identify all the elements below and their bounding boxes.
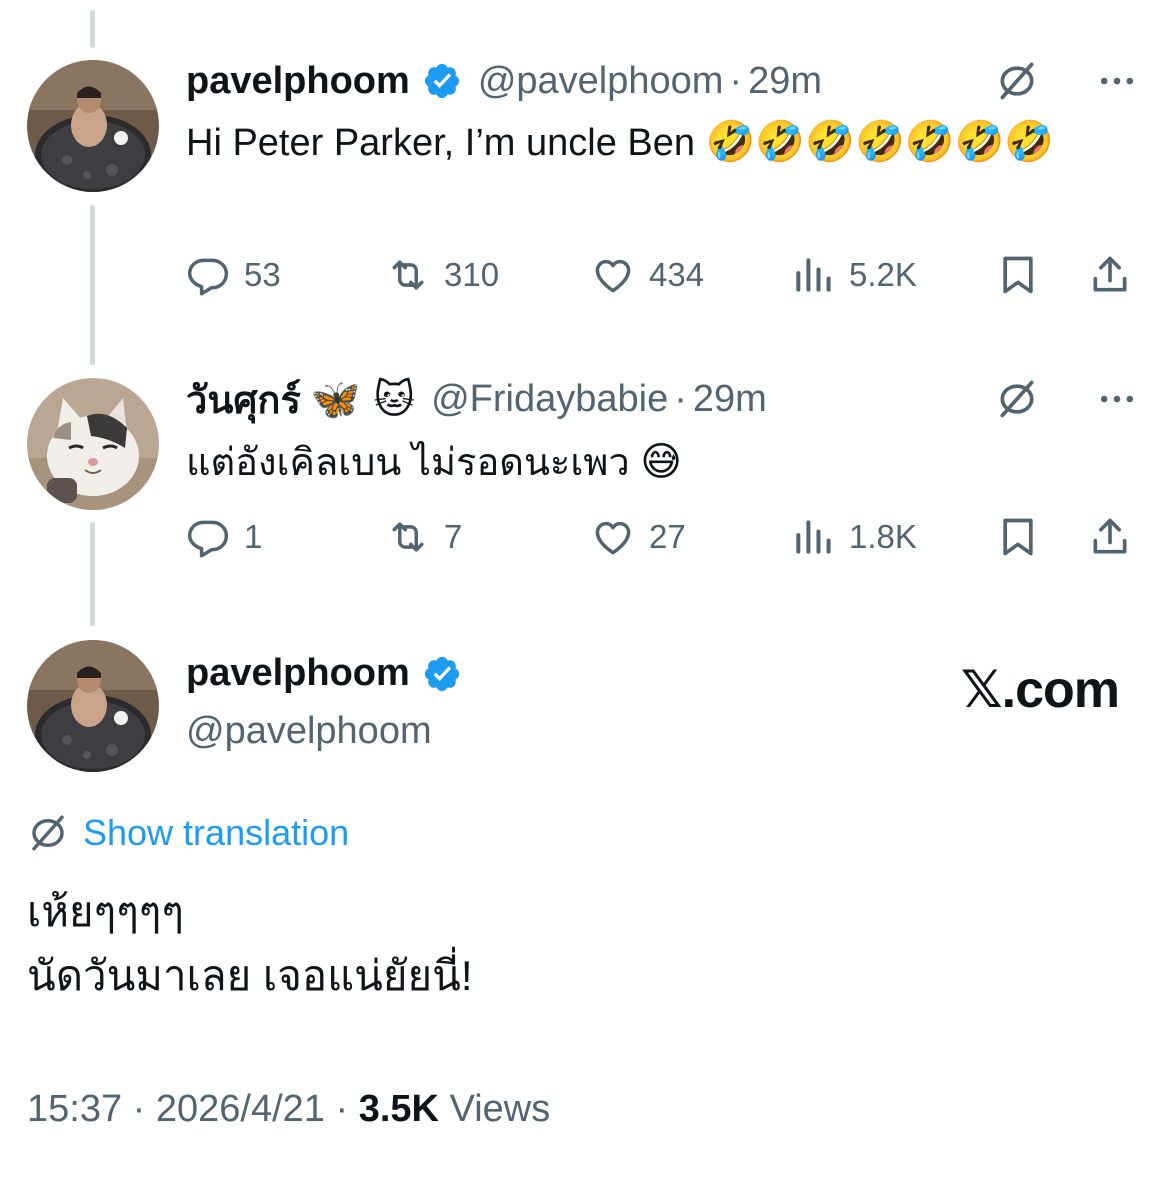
views-total: 3.5K [358, 1088, 439, 1130]
thread-line-1 [90, 205, 95, 365]
main-author-handle[interactable]: @pavelphoom [186, 710, 432, 753]
laughing-emojis: 🤣🤣🤣🤣🤣🤣🤣 [705, 119, 1055, 165]
show-translation-link[interactable]: Show translation [27, 812, 349, 854]
name-emojis: 🦋 🐱 [310, 376, 416, 423]
bookmark-icon [1003, 256, 1033, 294]
separator-dot: · [335, 1088, 349, 1130]
separator-dot: · [132, 1088, 146, 1130]
avatar-pavelphoom[interactable] [27, 60, 159, 192]
author-name[interactable]: pavelphoom [186, 652, 410, 695]
like-count: 27 [649, 518, 686, 555]
verified-badge-icon [424, 63, 459, 99]
views-button[interactable]: 1.8K [791, 512, 917, 562]
retweet-icon [392, 260, 424, 290]
tweet-text-reply1: Hi Peter Parker, I’m uncle Ben 🤣🤣🤣🤣🤣🤣🤣 [186, 112, 1129, 173]
author-name[interactable]: วันศุกร์ [186, 369, 301, 430]
action-bar-reply1: 53 310 434 5.2K [186, 250, 1136, 300]
reply-count: 53 [244, 256, 281, 293]
author-handle[interactable]: @pavelphoom [478, 60, 724, 103]
more-icon[interactable] [1095, 59, 1139, 103]
retweet-icon [392, 522, 424, 552]
like-count: 434 [649, 256, 705, 293]
main-text-line-2: นัดวันมาเลย เจอแน่ยัยนี่! [27, 952, 473, 999]
main-tweet-text: เห้ยๆๆๆๆ นัดวันมาเลย เจอแน่ยัยนี่! [27, 880, 473, 1008]
tweet-header-reply1: pavelphoom @pavelphoom · 29m [186, 56, 1139, 106]
share-button[interactable] [1088, 250, 1132, 300]
like-icon [595, 259, 631, 293]
avatar-fridaybabie[interactable] [27, 378, 159, 510]
reply-button[interactable]: 1 [186, 512, 262, 562]
author-handle[interactable]: @Fridaybabie [431, 378, 668, 421]
tweet-time[interactable]: 29m [748, 60, 822, 103]
translate-icon[interactable] [995, 59, 1039, 103]
avatar-pavelphoom-main[interactable] [27, 640, 159, 772]
tweet-header-reply2: วันศุกร์ 🦋 🐱 @Fridaybabie · 29m [186, 374, 1139, 424]
thread-line-2 [90, 522, 95, 626]
tweet-date[interactable]: 2026/4/21 [156, 1088, 325, 1130]
views-button[interactable]: 5.2K [791, 250, 917, 300]
bookmark-button[interactable] [996, 250, 1040, 300]
share-icon [1093, 518, 1127, 554]
action-bar-reply2: 1 7 27 1.8K [186, 512, 1136, 562]
verified-badge-icon [424, 656, 459, 691]
retweet-count: 310 [444, 256, 500, 293]
author-name[interactable]: pavelphoom [186, 60, 410, 103]
reply-icon [187, 520, 229, 558]
views-count: 1.8K [849, 518, 917, 555]
retweet-button[interactable]: 310 [386, 250, 499, 300]
main-text-line-1: เห้ยๆๆๆๆ [27, 888, 184, 935]
tweet-body: แต่อังเคิลเบน ไม่รอดนะเพว [186, 442, 630, 484]
translate-icon[interactable] [995, 377, 1039, 421]
share-icon [1093, 256, 1127, 292]
x-com-logo: 𝕏.com [960, 661, 1120, 719]
tweet-text-reply2: แต่อังเคิลเบน ไม่รอดนะเพว 😅 [186, 432, 1129, 493]
like-button[interactable]: 434 [591, 250, 704, 300]
separator-dot: · [674, 377, 687, 420]
views-count: 5.2K [849, 256, 917, 293]
more-icon[interactable] [1095, 377, 1139, 421]
views-icon [796, 520, 831, 554]
tweet-body: Hi Peter Parker, I’m uncle Ben [186, 122, 695, 164]
views-icon [796, 258, 831, 292]
reply-count: 1 [244, 518, 263, 555]
main-author-name-row: pavelphoom [186, 652, 462, 695]
views-label: Views [449, 1088, 551, 1130]
show-translation-label: Show translation [83, 812, 350, 853]
tweet-time[interactable]: 29m [693, 378, 767, 421]
like-icon [595, 521, 631, 555]
sweat-smile-emoji: 😅 [640, 439, 682, 485]
like-button[interactable]: 27 [591, 512, 686, 562]
bookmark-button[interactable] [996, 512, 1040, 562]
separator-dot: · [729, 59, 743, 102]
reply-button[interactable]: 53 [186, 250, 281, 300]
retweet-button[interactable]: 7 [386, 512, 462, 562]
reply-icon [187, 258, 229, 296]
tweet-time[interactable]: 15:37 [27, 1088, 122, 1130]
bookmark-icon [1003, 518, 1033, 556]
thread-line-top [90, 10, 95, 48]
share-button[interactable] [1088, 512, 1132, 562]
translate-icon [32, 815, 64, 851]
retweet-count: 7 [444, 518, 463, 555]
tweet-meta: 15:37 · 2026/4/21 · 3.5K Views [27, 1088, 550, 1131]
